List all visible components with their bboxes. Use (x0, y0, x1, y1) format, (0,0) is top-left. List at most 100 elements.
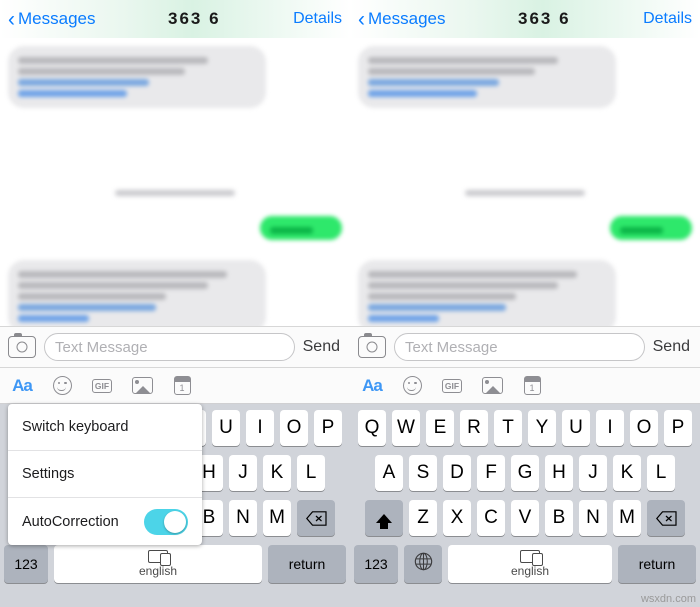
message-bubble-outgoing[interactable] (610, 216, 692, 240)
key-f[interactable]: F (477, 455, 505, 491)
message-input-field[interactable]: Text Message (44, 333, 295, 361)
navigation-bar: ‹ Messages 363 6 Details (350, 0, 700, 38)
globe-key[interactable] (404, 545, 442, 583)
message-input-placeholder: Text Message (405, 338, 498, 356)
key-n[interactable]: N (579, 500, 607, 536)
conversation-area[interactable] (0, 38, 350, 326)
popup-item-settings[interactable]: Settings (8, 451, 202, 498)
message-bubble-outgoing[interactable] (260, 216, 342, 240)
photos-icon[interactable] (480, 374, 504, 398)
message-bubble-incoming[interactable] (358, 260, 616, 326)
on-screen-keyboard[interactable]: Q W E R T Y U I O P A S D F G H J K L (350, 404, 700, 607)
key-i[interactable]: I (246, 410, 274, 446)
key-k[interactable]: K (613, 455, 641, 491)
back-button[interactable]: ‹ Messages (358, 9, 445, 30)
calendar-icon[interactable] (170, 374, 194, 398)
dual-keyboard-icon (148, 550, 171, 566)
key-m[interactable]: M (263, 500, 291, 536)
shift-key[interactable] (365, 500, 403, 536)
key-u[interactable]: U (212, 410, 240, 446)
key-i[interactable]: I (596, 410, 624, 446)
shift-arrow-icon (376, 513, 392, 529)
key-b[interactable]: B (545, 500, 573, 536)
message-input-placeholder: Text Message (55, 338, 148, 356)
return-key[interactable]: return (618, 545, 696, 583)
key-m[interactable]: M (613, 500, 641, 536)
numbers-key[interactable]: 123 (354, 545, 398, 583)
message-timestamp (465, 190, 585, 196)
space-key[interactable]: english (448, 545, 612, 583)
backspace-icon (305, 510, 327, 526)
key-l[interactable]: L (297, 455, 325, 491)
watermark: wsxdn.com (640, 593, 696, 605)
details-button[interactable]: Details (643, 10, 692, 28)
back-button-label: Messages (368, 9, 446, 28)
keyboard-settings-popup[interactable]: Switch keyboard Settings AutoCorrection (8, 404, 202, 545)
camera-icon[interactable] (8, 333, 36, 358)
popup-item-label: AutoCorrection (22, 513, 119, 530)
key-h[interactable]: H (545, 455, 573, 491)
aa-text-format-icon[interactable]: Aa (10, 374, 34, 398)
details-button[interactable]: Details (293, 10, 342, 28)
space-key[interactable]: english (54, 545, 262, 583)
key-v[interactable]: V (511, 500, 539, 536)
page-title: 363 6 (168, 9, 221, 28)
key-j[interactable]: J (229, 455, 257, 491)
message-input-bar: Text Message Send (0, 326, 350, 368)
message-input-bar: Text Message Send (350, 326, 700, 368)
backspace-key[interactable] (647, 500, 685, 536)
conversation-area[interactable] (350, 38, 700, 326)
message-bubble-incoming[interactable] (8, 260, 266, 326)
key-o[interactable]: O (630, 410, 658, 446)
key-k[interactable]: K (263, 455, 291, 491)
key-w[interactable]: W (392, 410, 420, 446)
smiley-face-icon[interactable] (400, 374, 424, 398)
key-x[interactable]: X (443, 500, 471, 536)
return-key[interactable]: return (268, 545, 346, 583)
camera-icon[interactable] (358, 333, 386, 358)
gif-icon[interactable]: GIF (440, 374, 464, 398)
backspace-key[interactable] (297, 500, 335, 536)
message-input-field[interactable]: Text Message (394, 333, 645, 361)
photos-icon[interactable] (130, 374, 154, 398)
key-l[interactable]: L (647, 455, 675, 491)
key-u[interactable]: U (562, 410, 590, 446)
key-a[interactable]: A (375, 455, 403, 491)
key-c[interactable]: C (477, 500, 505, 536)
key-p[interactable]: P (664, 410, 692, 446)
key-z[interactable]: Z (409, 500, 437, 536)
aa-text-format-icon[interactable]: Aa (360, 374, 384, 398)
key-j[interactable]: J (579, 455, 607, 491)
numbers-key[interactable]: 123 (4, 545, 48, 583)
key-t[interactable]: T (494, 410, 522, 446)
calendar-icon[interactable] (520, 374, 544, 398)
popup-item-switch-keyboard[interactable]: Switch keyboard (8, 404, 202, 451)
key-p[interactable]: P (314, 410, 342, 446)
imessage-app-strip: Aa GIF (350, 368, 700, 404)
key-r[interactable]: R (460, 410, 488, 446)
autocorrection-toggle[interactable] (144, 508, 188, 535)
keyboard-row-3: Z X C V B N M (350, 500, 700, 536)
key-n[interactable]: N (229, 500, 257, 536)
key-g[interactable]: G (511, 455, 539, 491)
send-button[interactable]: Send (303, 338, 342, 356)
navigation-bar: ‹ Messages 363 6 Details (0, 0, 350, 38)
popup-item-autocorrection[interactable]: AutoCorrection (8, 498, 202, 545)
phone-screen-left: ‹ Messages 363 6 Details Text Message Se… (0, 0, 350, 607)
send-button[interactable]: Send (653, 338, 692, 356)
key-y[interactable]: Y (528, 410, 556, 446)
key-s[interactable]: S (409, 455, 437, 491)
backspace-icon (655, 510, 677, 526)
keyboard-bottom-row: 123 english return (350, 545, 700, 583)
key-d[interactable]: D (443, 455, 471, 491)
key-q[interactable]: Q (358, 410, 386, 446)
key-o[interactable]: O (280, 410, 308, 446)
message-bubble-incoming[interactable] (8, 46, 266, 108)
gif-icon[interactable]: GIF (90, 374, 114, 398)
key-e[interactable]: E (426, 410, 454, 446)
smiley-face-icon[interactable] (50, 374, 74, 398)
globe-icon (414, 552, 433, 576)
message-bubble-incoming[interactable] (358, 46, 616, 108)
imessage-app-strip: Aa GIF (0, 368, 350, 404)
back-button[interactable]: ‹ Messages (8, 9, 95, 30)
